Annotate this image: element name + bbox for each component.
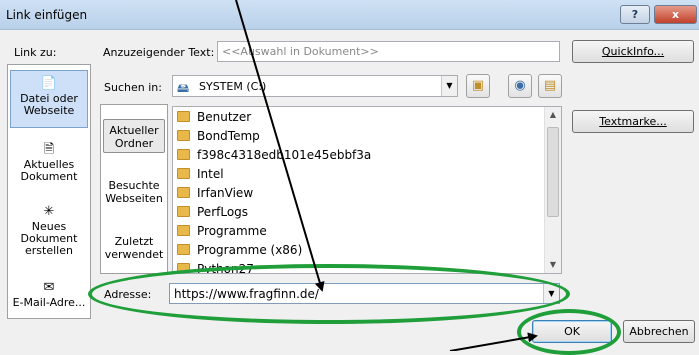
help-button[interactable]: ? bbox=[620, 5, 650, 24]
list-item[interactable]: f398c4318edb101e45ebbf3a bbox=[177, 146, 371, 165]
sidebar-item-label: Datei oder Webseite bbox=[20, 92, 78, 117]
ok-button[interactable]: OK bbox=[532, 320, 612, 343]
display-text-label: Anzuzeigender Text: bbox=[103, 46, 215, 59]
close-button[interactable]: x bbox=[654, 5, 697, 24]
email-icon: ✉ bbox=[43, 280, 55, 295]
search-in-label: Suchen in: bbox=[104, 81, 162, 94]
vertical-scrollbar[interactable]: ▲ ▼ bbox=[544, 107, 561, 273]
list-item[interactable]: IrfanView bbox=[177, 184, 253, 203]
file-name: Benutzer bbox=[197, 110, 252, 124]
look-in-current-folder[interactable]: Aktueller Ordner bbox=[103, 119, 165, 153]
browse-web-button[interactable]: ◉ bbox=[508, 74, 532, 98]
look-in-label: Aktueller Ordner bbox=[109, 124, 159, 150]
document-icon: 🗎 bbox=[43, 142, 55, 157]
up-folder-button[interactable]: ▣ bbox=[466, 74, 490, 98]
look-in-recent[interactable]: Zuletzt verwendet bbox=[103, 231, 165, 265]
scroll-up-icon[interactable]: ▲ bbox=[545, 107, 561, 123]
sidebar-item-current-document[interactable]: 🗎 Aktuelles Dokument bbox=[10, 139, 88, 191]
drive-icon: 🖴 bbox=[177, 81, 190, 95]
chevron-down-icon[interactable]: ▼ bbox=[441, 76, 457, 96]
display-text-input[interactable]: <<Auswahl in Dokument>> bbox=[217, 41, 560, 62]
browse-file-button[interactable]: ▤ bbox=[538, 74, 562, 98]
title-bar: Link einfügen ? x bbox=[0, 0, 699, 30]
file-name: IrfanView bbox=[197, 186, 254, 200]
folder-up-icon: ▣ bbox=[471, 78, 485, 93]
folder-icon bbox=[177, 130, 190, 141]
address-input[interactable]: https://www.fragfinn.de/ ▼ bbox=[169, 283, 560, 304]
sidebar-item-new-document[interactable]: ✳ Neues Dokument erstellen bbox=[10, 201, 88, 265]
file-name: Intel bbox=[197, 167, 224, 181]
folder-icon bbox=[177, 111, 190, 122]
sidebar-item-label: Aktuelles Dokument bbox=[20, 158, 78, 183]
folder-icon bbox=[177, 225, 190, 236]
file-name: Programme bbox=[197, 224, 267, 238]
list-item[interactable]: PerfLogs bbox=[177, 203, 248, 222]
look-in-browsed-pages[interactable]: Besuchte Webseiten bbox=[103, 175, 165, 209]
sidebar-item-email[interactable]: ✉ E-Mail-Adre... bbox=[10, 277, 88, 317]
new-document-icon: ✳ bbox=[43, 204, 55, 219]
sidebar-item-file-or-webpage[interactable]: 📄 Datei oder Webseite bbox=[10, 70, 88, 128]
list-item[interactable]: Programme (x86) bbox=[177, 241, 302, 260]
window-title: Link einfügen bbox=[6, 8, 88, 22]
list-item[interactable]: Intel bbox=[177, 165, 224, 184]
folder-icon bbox=[177, 244, 190, 255]
list-item[interactable]: Benutzer bbox=[177, 108, 251, 127]
look-in-label: Besuchte Webseiten bbox=[105, 179, 163, 205]
sidebar-item-label: Neues Dokument erstellen bbox=[20, 220, 78, 257]
link-to-label: Link zu: bbox=[14, 46, 57, 59]
list-item[interactable]: Python27 bbox=[177, 260, 254, 274]
scroll-down-icon[interactable]: ▼ bbox=[545, 257, 561, 273]
link-type-sidebar: 📄 Datei oder Webseite 🗎 Aktuelles Dokume… bbox=[7, 64, 91, 319]
file-web-icon: 📄 bbox=[40, 76, 58, 91]
bookmark-button[interactable]: Textmarke... bbox=[572, 110, 694, 133]
file-name: Programme (x86) bbox=[197, 243, 303, 257]
folder-icon bbox=[177, 206, 190, 217]
globe-search-icon: ◉ bbox=[514, 78, 526, 93]
cancel-button[interactable]: Abbrechen bbox=[623, 320, 695, 343]
sidebar-item-label: E-Mail-Adre... bbox=[12, 296, 86, 309]
file-name: PerfLogs bbox=[197, 205, 249, 219]
quickinfo-label: QuickInfo... bbox=[601, 45, 665, 58]
search-in-dropdown[interactable]: 🖴 SYSTEM (C:) ▼ bbox=[172, 75, 458, 97]
folder-icon bbox=[177, 168, 190, 179]
bookmark-label: Textmarke... bbox=[599, 115, 667, 128]
list-item[interactable]: Programme bbox=[177, 222, 267, 241]
file-name: Python27 bbox=[197, 262, 254, 274]
look-in-panel: Aktueller Ordner Besuchte Webseiten Zule… bbox=[100, 104, 168, 274]
folder-icon bbox=[177, 149, 190, 160]
folder-icon bbox=[177, 263, 190, 273]
folder-open-icon: ▤ bbox=[543, 78, 557, 93]
file-name: f398c4318edb101e45ebbf3a bbox=[197, 148, 372, 162]
cancel-label: Abbrechen bbox=[629, 325, 689, 338]
quickinfo-button[interactable]: QuickInfo... bbox=[572, 40, 694, 63]
list-item[interactable]: BondTemp bbox=[177, 127, 260, 146]
folder-icon bbox=[177, 187, 190, 198]
address-label: Adresse: bbox=[104, 288, 152, 301]
arrow-to-ok bbox=[449, 332, 538, 351]
chevron-down-icon[interactable]: ▼ bbox=[543, 284, 559, 303]
ok-label: OK bbox=[564, 325, 580, 338]
file-list[interactable]: Benutzer BondTemp f398c4318edb101e45ebbf… bbox=[172, 106, 562, 274]
search-in-value: SYSTEM (C:) bbox=[199, 80, 267, 93]
scroll-thumb[interactable] bbox=[547, 127, 559, 217]
look-in-label: Zuletzt verwendet bbox=[104, 235, 164, 261]
address-value: https://www.fragfinn.de/ bbox=[174, 287, 319, 301]
file-name: BondTemp bbox=[197, 129, 260, 143]
